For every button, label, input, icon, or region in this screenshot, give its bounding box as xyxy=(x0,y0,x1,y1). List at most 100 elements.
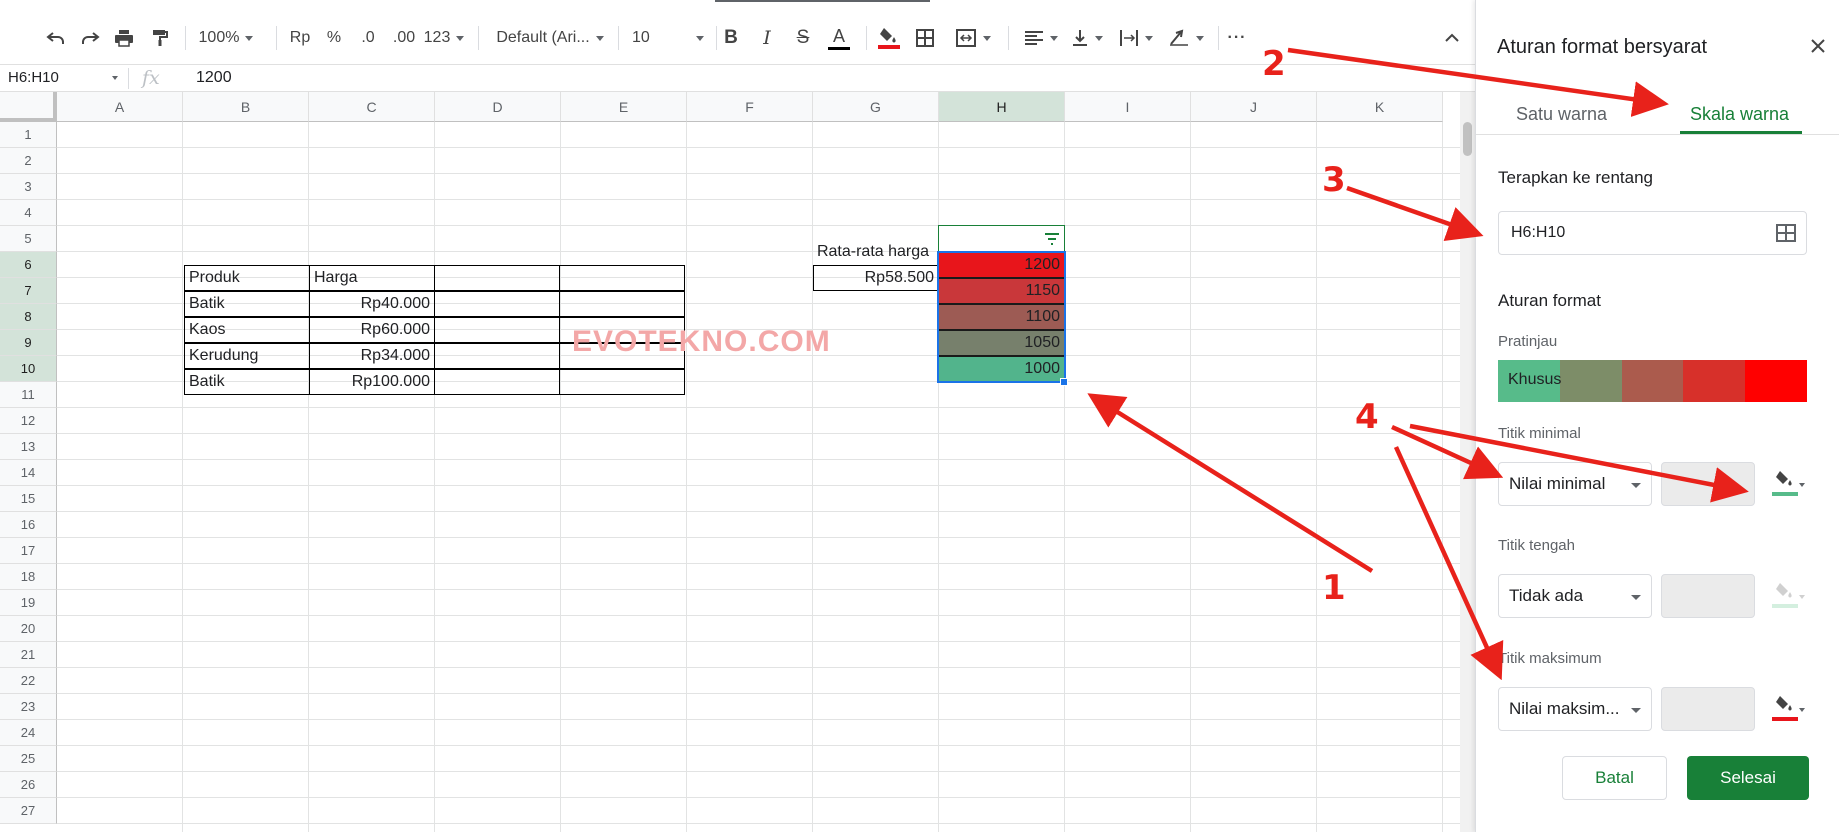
row-header[interactable]: 9 xyxy=(0,330,57,356)
column-header[interactable]: J xyxy=(1191,92,1317,122)
mid-color-picker[interactable] xyxy=(1766,574,1808,618)
font-select[interactable]: Default (Ari... xyxy=(494,22,606,54)
done-button[interactable]: Selesai xyxy=(1687,756,1809,800)
borders-icon[interactable] xyxy=(910,22,940,54)
text-rotation-icon[interactable] xyxy=(1162,22,1210,54)
undo-icon[interactable] xyxy=(40,22,72,54)
text-wrap-icon[interactable] xyxy=(1114,22,1158,54)
horizontal-align-icon[interactable] xyxy=(1018,22,1064,54)
average-label[interactable]: Rata-rata harga xyxy=(810,239,936,265)
heat-cell[interactable]: 1000 xyxy=(938,356,1065,382)
tab-single-color[interactable]: Satu warna xyxy=(1516,104,1607,125)
more-formats-select[interactable]: 123 xyxy=(424,22,465,54)
table-empty-cell[interactable] xyxy=(559,291,685,317)
formula-input[interactable]: 1200 xyxy=(196,69,232,87)
row-header[interactable]: 26 xyxy=(0,772,57,798)
table-cell[interactable]: Rp100.000 xyxy=(309,369,435,395)
redo-icon[interactable] xyxy=(74,22,106,54)
max-point-value-input[interactable] xyxy=(1661,687,1755,731)
row-header[interactable]: 13 xyxy=(0,434,57,460)
row-header[interactable]: 2 xyxy=(0,148,57,174)
select-all-corner[interactable] xyxy=(0,92,57,122)
table-empty-cell[interactable] xyxy=(434,317,560,343)
vertical-scrollbar[interactable] xyxy=(1460,92,1475,832)
row-header[interactable]: 1 xyxy=(0,122,57,148)
sheet-grid[interactable]: ABCDEFGHIJK 1 2 3 4 5 6 7 8 9 10 11 12 13 14 15 16 17 18 1… xyxy=(0,92,1460,832)
row-header[interactable]: 20 xyxy=(0,616,57,642)
row-header[interactable]: 17 xyxy=(0,538,57,564)
text-color-button[interactable]: A xyxy=(826,22,852,54)
currency-button[interactable]: Rp xyxy=(286,22,314,54)
column-header[interactable]: F xyxy=(687,92,813,122)
paint-format-icon[interactable] xyxy=(144,22,176,54)
row-header[interactable]: 4 xyxy=(0,200,57,226)
decrease-decimal-button[interactable]: .0 xyxy=(354,22,382,54)
table-empty-cell[interactable] xyxy=(434,343,560,369)
row-header[interactable]: 16 xyxy=(0,512,57,538)
column-header[interactable]: D xyxy=(435,92,561,122)
table-cell[interactable]: Rp40.000 xyxy=(309,291,435,317)
row-header[interactable]: 15 xyxy=(0,486,57,512)
row-header[interactable]: 27 xyxy=(0,798,57,824)
table-cell[interactable]: Rp34.000 xyxy=(309,343,435,369)
italic-button[interactable]: I xyxy=(756,22,778,54)
row-header[interactable]: 19 xyxy=(0,590,57,616)
row-header[interactable]: 23 xyxy=(0,694,57,720)
heat-cell[interactable]: 1150 xyxy=(938,278,1065,304)
row-header[interactable]: 14 xyxy=(0,460,57,486)
row-header[interactable]: 7 xyxy=(0,278,57,304)
table-empty-cell[interactable] xyxy=(434,369,560,395)
fill-handle[interactable] xyxy=(1060,378,1068,386)
table-cell[interactable]: Batik xyxy=(184,369,310,395)
mid-point-value-input[interactable] xyxy=(1661,574,1755,618)
table-cell[interactable]: Kaos xyxy=(184,317,310,343)
row-header[interactable]: 22 xyxy=(0,668,57,694)
row-header[interactable]: 25 xyxy=(0,746,57,772)
zoom-select[interactable]: 100% xyxy=(196,22,256,54)
column-header[interactable]: E xyxy=(561,92,687,122)
row-header[interactable]: 10 xyxy=(0,356,57,382)
column-header[interactable]: G xyxy=(813,92,939,122)
close-icon[interactable] xyxy=(1806,34,1830,58)
column-header[interactable]: I xyxy=(1065,92,1191,122)
table-cell[interactable]: Batik xyxy=(184,291,310,317)
row-header[interactable]: 18 xyxy=(0,564,57,590)
column-header[interactable]: K xyxy=(1317,92,1443,122)
column-header[interactable]: A xyxy=(57,92,183,122)
table-empty-cell[interactable] xyxy=(559,369,685,395)
increase-decimal-button[interactable]: .00 xyxy=(389,22,419,54)
min-point-value-input[interactable] xyxy=(1661,462,1755,506)
row-header[interactable]: 6 xyxy=(0,252,57,278)
average-value[interactable]: Rp58.500 xyxy=(813,265,939,291)
name-box[interactable]: H6:H10 xyxy=(8,69,59,86)
range-input[interactable]: H6:H10 xyxy=(1498,211,1807,255)
column-header[interactable]: B xyxy=(183,92,309,122)
heat-cell[interactable]: 1100 xyxy=(938,304,1065,330)
color-scale-preview[interactable]: Khusus xyxy=(1498,360,1807,402)
more-options-icon[interactable]: ··· xyxy=(1222,22,1252,54)
table-empty-cell[interactable] xyxy=(559,265,685,291)
row-header[interactable]: 8 xyxy=(0,304,57,330)
row-header[interactable]: 24 xyxy=(0,720,57,746)
chevron-down-icon[interactable] xyxy=(112,76,118,80)
cancel-button[interactable]: Batal xyxy=(1562,756,1667,800)
collapse-toolbar-icon[interactable] xyxy=(1440,22,1464,54)
max-point-select[interactable]: Nilai maksim... xyxy=(1498,687,1652,731)
bold-button[interactable]: B xyxy=(720,22,742,54)
strikethrough-button[interactable]: S xyxy=(792,22,814,54)
filter-cell[interactable] xyxy=(938,225,1065,252)
percent-button[interactable]: % xyxy=(322,22,346,54)
vertical-align-icon[interactable] xyxy=(1066,22,1108,54)
print-icon[interactable] xyxy=(108,22,140,54)
scrollbar-thumb[interactable] xyxy=(1463,122,1472,156)
table-cell[interactable]: Rp60.000 xyxy=(309,317,435,343)
table-header-cell[interactable]: Produk xyxy=(184,265,310,291)
font-size-select[interactable]: 10 xyxy=(632,22,704,54)
mid-point-select[interactable]: Tidak ada xyxy=(1498,574,1652,618)
row-header[interactable]: 11 xyxy=(0,382,57,408)
tab-color-scale[interactable]: Skala warna xyxy=(1690,104,1789,125)
row-header[interactable]: 3 xyxy=(0,174,57,200)
row-header[interactable]: 12 xyxy=(0,408,57,434)
table-cell[interactable]: Kerudung xyxy=(184,343,310,369)
fill-color-icon[interactable] xyxy=(874,22,904,54)
